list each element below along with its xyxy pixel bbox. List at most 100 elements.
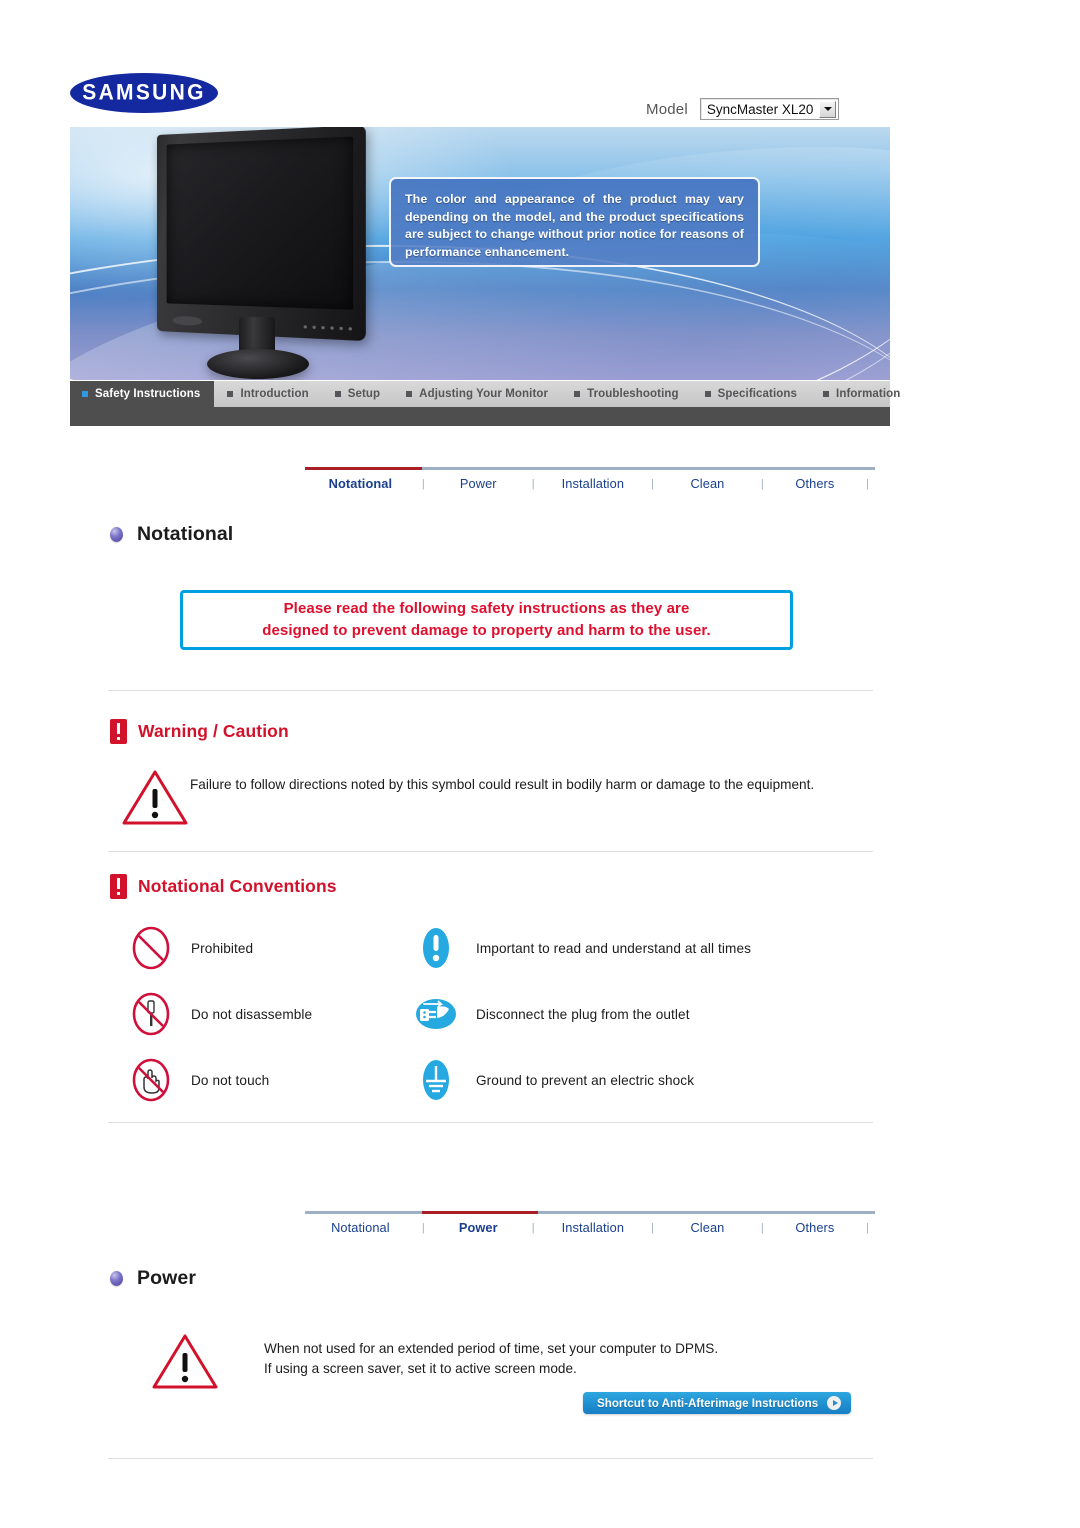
subnav-bottom-item-others[interactable]: Others	[770, 1220, 860, 1235]
nav-tab-label: Specifications	[718, 388, 797, 400]
divider	[108, 851, 873, 852]
bullet-orb-icon	[110, 527, 123, 542]
subnav-top-item-notational[interactable]: Notational	[305, 476, 416, 491]
disconnect-plug-icon	[413, 991, 459, 1037]
nav-tab-label: Information	[836, 388, 900, 400]
subnav-separator: |	[755, 1222, 770, 1234]
conventions-label: Do not touch	[191, 1073, 269, 1088]
square-bullet-icon	[227, 391, 233, 397]
nav-tab-safety-instructions[interactable]: Safety Instructions	[70, 381, 214, 407]
section-heading-power: Power	[110, 1267, 196, 1290]
conventions-cell: Ground to prevent an electric shock	[413, 1057, 868, 1103]
power-warning-body: When not used for an extended period of …	[220, 1331, 840, 1378]
subnav-bottom-item-clean[interactable]: Clean	[660, 1220, 755, 1235]
conventions-label: Prohibited	[191, 941, 253, 956]
ground-icon	[413, 1057, 459, 1103]
conventions-label: Ground to prevent an electric shock	[476, 1073, 694, 1088]
do-not-disassemble-icon	[128, 991, 174, 1037]
square-bullet-icon	[823, 391, 829, 397]
subnav-bottom: Notational | Power | Installation | Clea…	[305, 1211, 875, 1245]
logo-text: SAMSUNG	[82, 80, 205, 105]
samsung-logo: SAMSUNG	[70, 73, 218, 113]
square-bullet-icon	[574, 391, 580, 397]
safety-notice-box: Please read the following safety instruc…	[180, 590, 793, 650]
nav-tab-label: Troubleshooting	[587, 388, 679, 400]
conventions-row: Do not disassemble Disconnect the plug f…	[128, 981, 868, 1047]
model-select-value: SyncMaster XL20	[707, 102, 814, 117]
product-note-box: The color and appearance of the product …	[389, 177, 760, 267]
main-navigation: Safety Instructions Introduction Setup A…	[70, 381, 890, 407]
section-heading-notational: Notational	[110, 523, 233, 546]
page-root: SAMSUNG Model SyncMaster XL20 The color …	[0, 0, 1080, 1528]
warning-triangle-icon	[150, 1331, 220, 1391]
subnav-separator: |	[526, 478, 541, 490]
subnav-bottom-item-installation[interactable]: Installation	[541, 1220, 645, 1235]
exclamation-badge-icon	[110, 874, 127, 899]
subnav-separator: |	[755, 478, 770, 490]
subnav-bottom-active-marker	[422, 1211, 538, 1214]
nav-tab-label: Safety Instructions	[95, 388, 200, 400]
monitor-screen	[167, 136, 354, 309]
subnav-top-active-marker	[305, 467, 422, 470]
chevron-down-icon[interactable]	[819, 101, 836, 118]
subnav-top-item-power[interactable]: Power	[431, 476, 526, 491]
conventions-cell: Important to read and understand at all …	[413, 925, 868, 971]
monitor-control-buttons	[304, 325, 352, 330]
conventions-row: Prohibited Important to read and underst…	[128, 915, 868, 981]
nav-tab-setup[interactable]: Setup	[322, 381, 393, 407]
subnav-separator: |	[645, 1222, 660, 1234]
subnav-top-items: Notational | Power | Installation | Clea…	[305, 476, 875, 491]
conventions-label: Important to read and understand at all …	[476, 941, 751, 956]
subnav-bottom-item-power[interactable]: Power	[431, 1220, 526, 1235]
monitor-product-image	[145, 135, 375, 380]
nav-tab-specifications[interactable]: Specifications	[692, 381, 810, 407]
square-bullet-icon	[406, 391, 412, 397]
prohibited-icon	[128, 925, 174, 971]
safety-notice-line1: Please read the following safety instruc…	[284, 598, 690, 620]
conventions-grid: Prohibited Important to read and underst…	[128, 915, 868, 1113]
bullet-orb-icon	[110, 1271, 123, 1286]
warning-caution-body: Failure to follow directions noted by th…	[190, 767, 850, 795]
subnav-top: Notational | Power | Installation | Clea…	[305, 467, 875, 501]
subnav-separator: |	[860, 1222, 875, 1234]
product-note-text: The color and appearance of the product …	[405, 191, 744, 261]
subnav-top-item-clean[interactable]: Clean	[660, 476, 755, 491]
monitor-stand-base	[207, 349, 309, 379]
exclamation-badge-icon	[110, 719, 127, 744]
nav-tab-adjusting-your-monitor[interactable]: Adjusting Your Monitor	[393, 381, 561, 407]
nav-bottom-bar	[70, 407, 890, 426]
conventions-label: Disconnect the plug from the outlet	[476, 1007, 690, 1022]
warning-triangle-icon	[120, 767, 190, 827]
nav-tab-label: Adjusting Your Monitor	[419, 388, 548, 400]
safety-notice-line2: designed to prevent damage to property a…	[262, 620, 711, 642]
nav-tab-information[interactable]: Information	[810, 381, 913, 407]
square-bullet-icon	[335, 391, 341, 397]
subnav-bottom-items: Notational | Power | Installation | Clea…	[305, 1220, 875, 1235]
power-warning-line1: When not used for an extended period of …	[264, 1339, 840, 1359]
power-warning-row: When not used for an extended period of …	[150, 1331, 870, 1391]
shortcut-label: Shortcut to Anti-Afterimage Instructions	[597, 1397, 818, 1410]
nav-tab-introduction[interactable]: Introduction	[214, 381, 321, 407]
subnav-top-item-others[interactable]: Others	[770, 476, 860, 491]
conventions-label: Do not disassemble	[191, 1007, 312, 1022]
model-select[interactable]: SyncMaster XL20	[700, 98, 840, 120]
subnav-separator: |	[416, 478, 431, 490]
subnav-separator: |	[416, 1222, 431, 1234]
nav-tab-troubleshooting[interactable]: Troubleshooting	[561, 381, 692, 407]
play-arrow-icon	[827, 1396, 841, 1410]
notational-conventions-title: Notational Conventions	[138, 876, 337, 897]
divider	[108, 690, 873, 691]
monitor-body	[157, 127, 366, 341]
conventions-cell: Do not disassemble	[128, 991, 413, 1037]
important-icon	[413, 925, 459, 971]
nav-tab-label: Introduction	[240, 388, 308, 400]
shortcut-anti-afterimage-button[interactable]: Shortcut to Anti-Afterimage Instructions	[583, 1392, 851, 1414]
page-title: Notational	[137, 523, 233, 546]
square-bullet-icon	[705, 391, 711, 397]
model-selector-row: Model SyncMaster XL20	[646, 98, 839, 120]
conventions-cell: Prohibited	[128, 925, 413, 971]
subnav-bottom-item-notational[interactable]: Notational	[305, 1220, 416, 1235]
warning-caution-title: Warning / Caution	[138, 721, 289, 742]
conventions-cell: Do not touch	[128, 1057, 413, 1103]
subnav-top-item-installation[interactable]: Installation	[541, 476, 645, 491]
